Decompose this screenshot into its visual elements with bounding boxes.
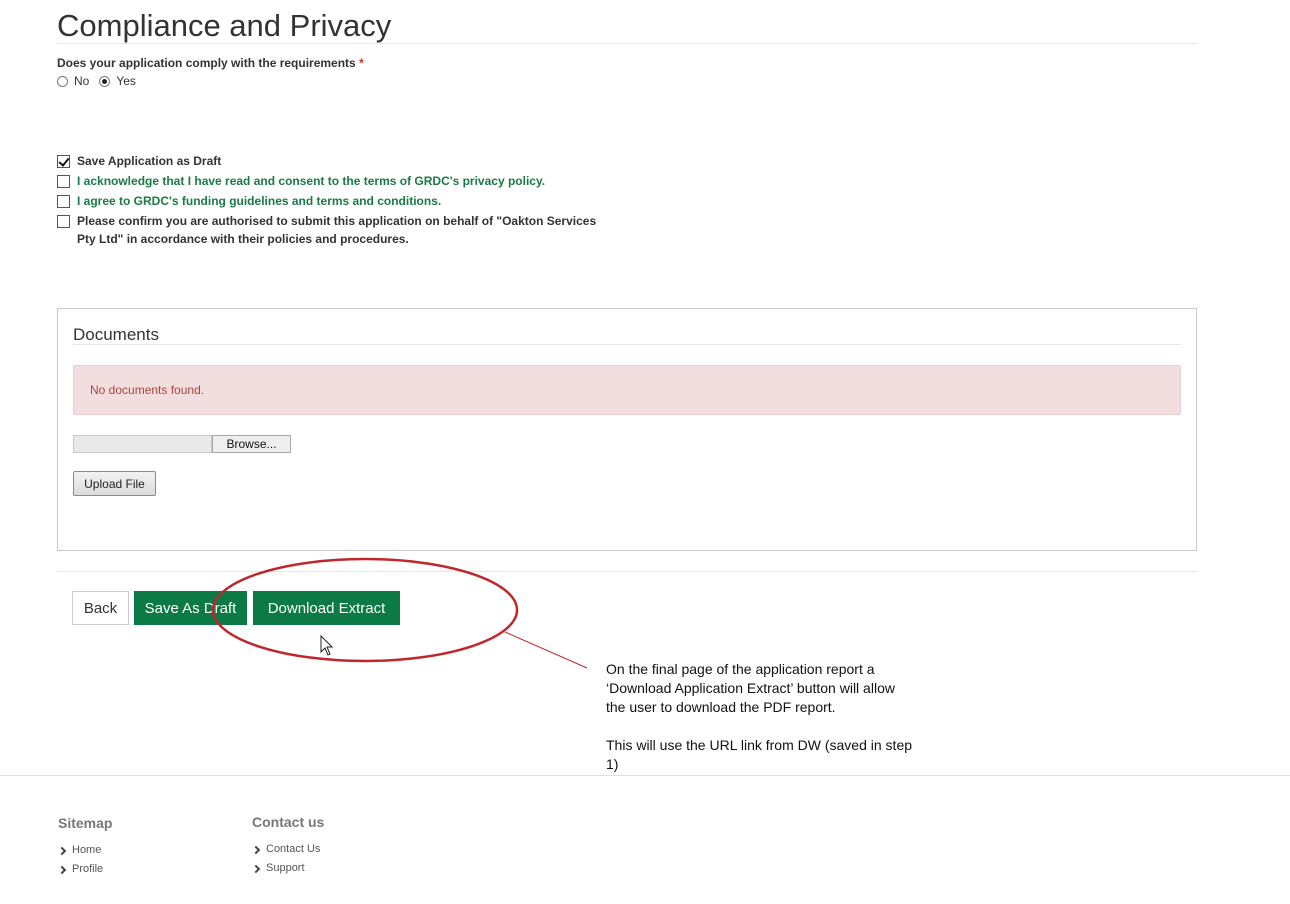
- footer-contact: Contact us Contact Us Support: [251, 813, 325, 878]
- footer-sitemap-title: Sitemap: [58, 815, 113, 831]
- checkbox-row-funding: I agree to GRDC's funding guidelines and…: [57, 194, 441, 210]
- required-mark: *: [359, 56, 364, 70]
- radio-yes-label[interactable]: Yes: [116, 74, 136, 88]
- chevron-right-icon: [57, 846, 67, 855]
- page-title: Compliance and Privacy: [57, 8, 392, 43]
- footer-contact-title: Contact us: [252, 814, 325, 830]
- checkbox-privacy-consent[interactable]: [57, 175, 70, 188]
- title-divider: [57, 43, 1197, 44]
- no-documents-alert: No documents found.: [73, 365, 1181, 415]
- footer-link-contact-us[interactable]: Contact Us: [251, 840, 324, 859]
- checkbox-funding-label[interactable]: I agree to GRDC's funding guidelines and…: [77, 192, 441, 210]
- radio-yes[interactable]: [99, 75, 111, 87]
- checkbox-save-draft-label[interactable]: Save Application as Draft: [77, 152, 221, 170]
- compliance-question-text: Does your application comply with the re…: [57, 56, 356, 70]
- documents-divider: [73, 344, 1181, 345]
- actions-divider: [57, 571, 1197, 572]
- site-footer: Sitemap Home Profile Contact us Contact …: [0, 775, 1290, 904]
- chevron-right-icon: [251, 845, 261, 854]
- checkbox-row-privacy: I acknowledge that I have read and conse…: [57, 174, 545, 190]
- checkbox-save-draft[interactable]: [57, 155, 70, 168]
- mouse-cursor-icon: [320, 634, 334, 656]
- callout-line: [504, 631, 588, 669]
- upload-file-button[interactable]: Upload File: [73, 471, 156, 496]
- footer-sitemap: Sitemap Home Profile: [57, 814, 113, 879]
- chevron-right-icon: [57, 865, 67, 874]
- browse-button[interactable]: Browse...: [212, 435, 291, 453]
- annotation-paragraph-2: This will use the URL link from DW (save…: [606, 737, 913, 772]
- footer-link-home[interactable]: Home: [57, 841, 112, 860]
- annotation-note: On the final page of the application rep…: [606, 660, 916, 774]
- chevron-right-icon: [251, 864, 261, 873]
- checkbox-authorised-label[interactable]: Please confirm you are authorised to sub…: [77, 212, 602, 248]
- checkbox-row-authorised: Please confirm you are authorised to sub…: [57, 214, 602, 248]
- file-path-field[interactable]: [73, 435, 212, 453]
- footer-link-profile[interactable]: Profile: [57, 860, 112, 879]
- radio-no-label[interactable]: No: [74, 74, 89, 88]
- compliance-radio-group: No Yes: [57, 73, 146, 89]
- checkbox-row-save-draft: Save Application as Draft: [57, 154, 221, 170]
- footer-link-contact-us-label[interactable]: Contact Us: [266, 840, 320, 859]
- checkbox-authorised[interactable]: [57, 215, 70, 228]
- footer-link-support[interactable]: Support: [251, 859, 324, 878]
- back-button[interactable]: Back: [72, 591, 129, 625]
- footer-link-profile-label[interactable]: Profile: [72, 860, 103, 879]
- annotation-paragraph-1: On the final page of the application rep…: [606, 661, 895, 715]
- documents-title: Documents: [73, 325, 159, 344]
- checkbox-privacy-label[interactable]: I acknowledge that I have read and conse…: [77, 172, 545, 190]
- documents-panel: Documents No documents found. Browse... …: [57, 308, 1197, 551]
- radio-no[interactable]: [57, 75, 68, 87]
- page: Compliance and Privacy Does your applica…: [0, 0, 1290, 904]
- footer-link-home-label[interactable]: Home: [72, 841, 101, 860]
- download-extract-button[interactable]: Download Extract: [253, 591, 400, 625]
- compliance-question: Does your application comply with the re…: [57, 56, 364, 70]
- save-as-draft-button[interactable]: Save As Draft: [134, 591, 247, 625]
- no-documents-message: No documents found.: [90, 383, 205, 397]
- footer-link-support-label[interactable]: Support: [266, 859, 305, 878]
- checkbox-funding-guidelines[interactable]: [57, 195, 70, 208]
